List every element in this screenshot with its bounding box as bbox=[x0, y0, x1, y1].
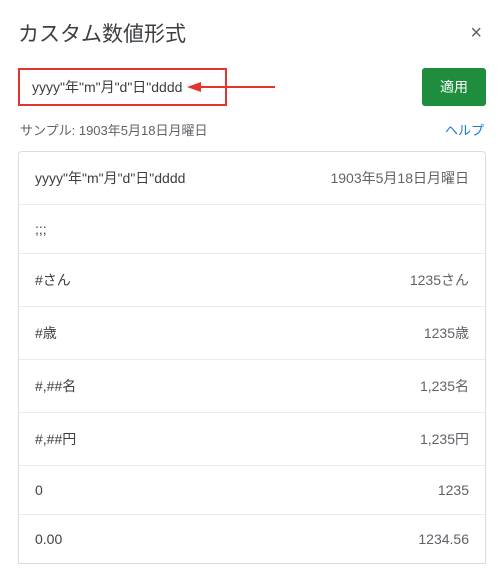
list-item[interactable]: #,##名 1,235名 bbox=[19, 360, 485, 413]
format-code: yyyy"年"m"月"d"日"dddd bbox=[35, 168, 185, 188]
format-code: 0 bbox=[35, 482, 43, 498]
sample-text: サンプル: 1903年5月18日月曜日 bbox=[20, 120, 207, 139]
list-item[interactable]: yyyy"年"m"月"d"日"dddd 1903年5月18日月曜日 bbox=[19, 152, 485, 205]
format-code: #,##円 bbox=[35, 429, 76, 449]
format-list: yyyy"年"m"月"d"日"dddd 1903年5月18日月曜日 ;;; #さ… bbox=[18, 151, 486, 564]
sample-prefix: サンプル: bbox=[20, 123, 79, 138]
format-code: #,##名 bbox=[35, 376, 76, 396]
format-code: #歳 bbox=[35, 323, 57, 343]
input-row: 適用 bbox=[18, 68, 486, 106]
format-code: ;;; bbox=[35, 221, 47, 237]
format-code: #さん bbox=[35, 270, 71, 290]
custom-number-format-dialog: カスタム数値形式 × 適用 サンプル: 1903年5月18日月曜日 ヘルプ yy… bbox=[0, 0, 504, 564]
list-item[interactable]: #,##円 1,235円 bbox=[19, 413, 485, 466]
format-example: 1235 bbox=[438, 482, 469, 498]
input-wrap bbox=[18, 68, 410, 106]
list-item[interactable]: 0.00 1234.56 bbox=[19, 515, 485, 563]
dialog-title: カスタム数値形式 bbox=[18, 18, 186, 48]
sample-value: 1903年5月18日月曜日 bbox=[79, 123, 208, 138]
format-example: 1,235円 bbox=[420, 429, 469, 449]
format-example: 1235さん bbox=[410, 270, 469, 290]
help-link[interactable]: ヘルプ bbox=[445, 120, 484, 139]
close-icon[interactable]: × bbox=[466, 19, 486, 47]
format-code: 0.00 bbox=[35, 531, 62, 547]
dialog-header: カスタム数値形式 × bbox=[18, 18, 486, 48]
format-example: 1,235名 bbox=[420, 376, 469, 396]
format-example: 1234.56 bbox=[418, 531, 469, 547]
format-example: 1235歳 bbox=[424, 323, 469, 343]
list-item[interactable]: #歳 1235歳 bbox=[19, 307, 485, 360]
list-item[interactable]: #さん 1235さん bbox=[19, 254, 485, 307]
sample-row: サンプル: 1903年5月18日月曜日 ヘルプ bbox=[18, 120, 486, 139]
list-item[interactable]: ;;; bbox=[19, 205, 485, 254]
list-item[interactable]: 0 1235 bbox=[19, 466, 485, 515]
apply-button[interactable]: 適用 bbox=[422, 68, 486, 106]
format-input[interactable] bbox=[18, 68, 227, 106]
format-example: 1903年5月18日月曜日 bbox=[330, 168, 469, 188]
